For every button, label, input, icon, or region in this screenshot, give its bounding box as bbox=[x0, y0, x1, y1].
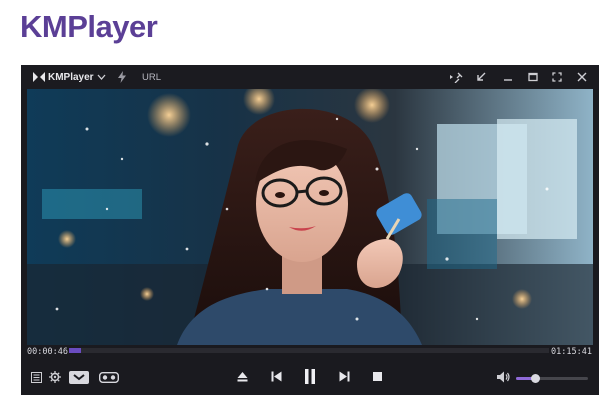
next-button[interactable] bbox=[337, 369, 351, 383]
total-time: 01:15:41 bbox=[551, 347, 592, 357]
mini-mode-button[interactable] bbox=[476, 65, 486, 89]
3d-icon bbox=[69, 370, 89, 384]
mini-mode-icon bbox=[477, 72, 486, 81]
vr-button[interactable] bbox=[98, 370, 120, 384]
minimize-button[interactable] bbox=[503, 65, 513, 89]
pin-icon bbox=[450, 72, 463, 83]
video-image bbox=[27, 89, 593, 345]
next-icon bbox=[339, 371, 349, 381]
maximize-icon bbox=[528, 72, 538, 82]
kmplayer-logo-icon bbox=[33, 72, 45, 82]
app-name-label: KMPlayer bbox=[48, 71, 94, 83]
stop-button[interactable] bbox=[370, 369, 384, 383]
pin-button[interactable] bbox=[449, 65, 465, 89]
vr-icon bbox=[99, 371, 119, 383]
3d-button[interactable] bbox=[68, 369, 90, 385]
pause-icon bbox=[305, 368, 315, 384]
close-icon bbox=[577, 72, 587, 82]
url-label: URL bbox=[142, 71, 162, 83]
previous-icon bbox=[271, 371, 281, 381]
elapsed-time: 00:00:46 bbox=[27, 347, 68, 357]
app-menu-button[interactable]: KMPlayer bbox=[33, 65, 106, 89]
video-frame[interactable] bbox=[27, 89, 593, 345]
seek-bar-progress bbox=[69, 348, 81, 353]
volume-icon bbox=[497, 371, 510, 383]
pause-button[interactable] bbox=[302, 367, 318, 385]
fullscreen-icon bbox=[552, 72, 562, 82]
playlist-icon bbox=[30, 371, 42, 383]
settings-button[interactable] bbox=[48, 370, 62, 384]
volume-slider[interactable] bbox=[516, 374, 588, 383]
stop-icon bbox=[372, 371, 382, 381]
previous-button[interactable] bbox=[269, 369, 283, 383]
page-title: KMPlayer bbox=[20, 9, 158, 44]
lightning-icon bbox=[118, 71, 126, 83]
kmplayer-window: KMPlayer URL 00:00:46 01:15:41 bbox=[21, 65, 599, 395]
playlist-button[interactable] bbox=[29, 370, 43, 384]
eject-icon bbox=[237, 371, 247, 381]
maximize-button[interactable] bbox=[528, 65, 538, 89]
url-button[interactable]: URL bbox=[142, 65, 161, 89]
lightning-button[interactable] bbox=[117, 65, 127, 89]
close-button[interactable] bbox=[577, 65, 587, 89]
seek-bar[interactable] bbox=[69, 348, 549, 353]
volume-button[interactable] bbox=[496, 370, 512, 384]
title-bar: KMPlayer URL bbox=[21, 65, 599, 89]
fullscreen-button[interactable] bbox=[552, 65, 562, 89]
control-bar bbox=[21, 361, 599, 395]
chevron-down-icon bbox=[97, 74, 106, 80]
volume-knob[interactable] bbox=[531, 374, 540, 383]
minimize-icon bbox=[504, 79, 512, 81]
eject-button[interactable] bbox=[235, 369, 249, 383]
settings-gear-icon bbox=[49, 371, 61, 383]
